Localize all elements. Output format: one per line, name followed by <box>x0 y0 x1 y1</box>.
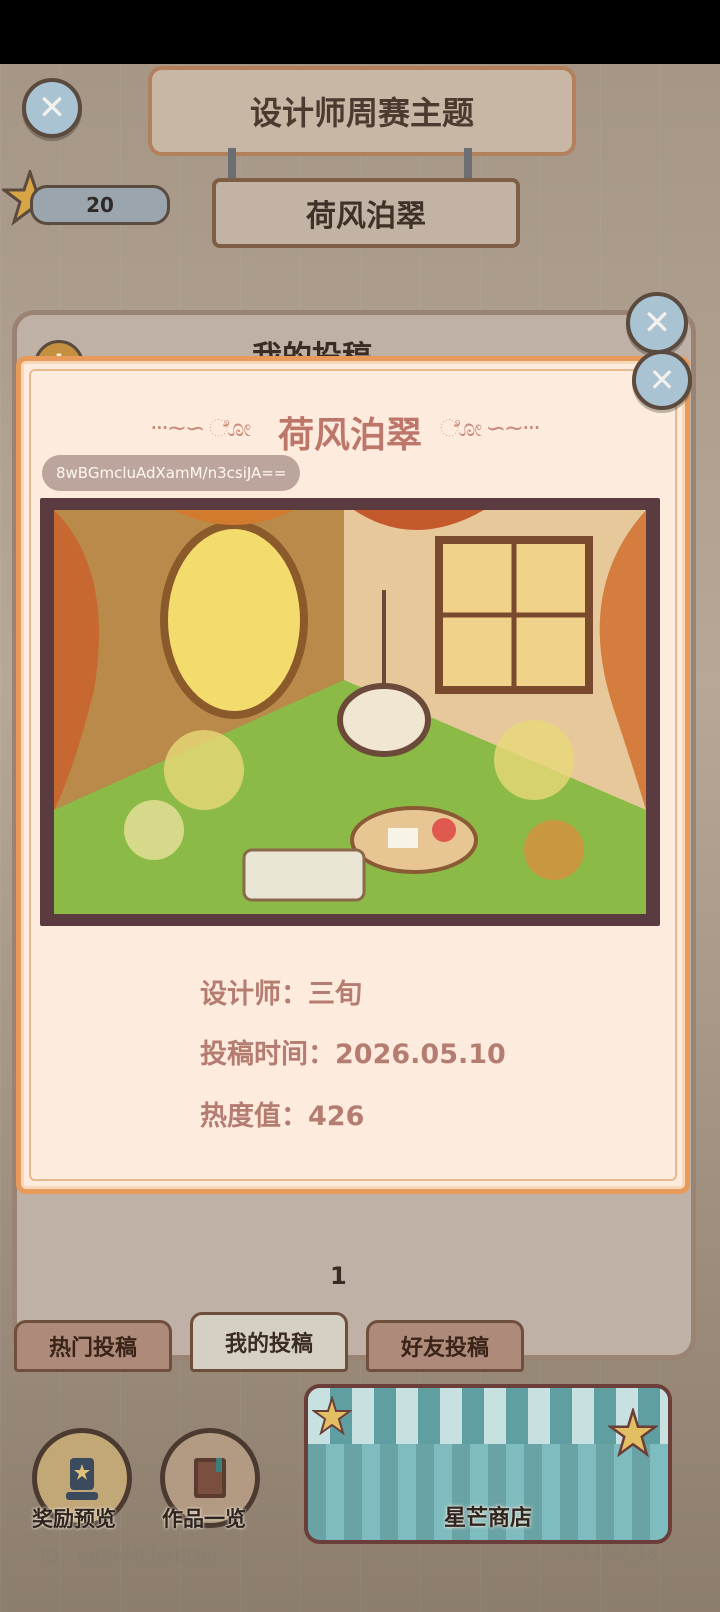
tab-my-submissions[interactable]: 我的投稿 <box>190 1312 348 1372</box>
submission-date-info: 投稿时间：2026.05.10 <box>200 1032 506 1071</box>
heat-value: 426 <box>308 1101 365 1132</box>
garden-scene <box>54 510 646 914</box>
version-label: V.3.10.0_18 <box>564 1544 658 1563</box>
design-artwork <box>40 498 660 926</box>
close-icon: ✕ <box>648 361 676 399</box>
heat-info: 热度值：426 <box>200 1094 364 1133</box>
reward-preview-label: 奖励预览 <box>32 1507 116 1531</box>
status-bar <box>0 0 720 64</box>
title-flourish-right: ೋ ∽~··· <box>440 414 541 442</box>
close-icon: ✕ <box>642 303 672 343</box>
works-overview-label: 作品一览 <box>162 1507 246 1531</box>
designer-label: 设计师： <box>200 979 308 1010</box>
designer-name: 三旬 <box>308 979 362 1010</box>
close-icon: ✕ <box>37 88 67 128</box>
star-icon <box>312 1396 352 1436</box>
modal-title: 荷风泊翠 <box>277 415 422 456</box>
modal-close-button[interactable]: ✕ <box>632 350 692 410</box>
page-number: 1 <box>330 1262 347 1290</box>
star-counter: 20 <box>30 185 170 225</box>
date-label: 投稿时间： <box>200 1039 335 1070</box>
tab-friend-submissions[interactable]: 好友投稿 <box>366 1320 524 1372</box>
designer-info: 设计师：三旬 <box>200 972 362 1011</box>
heat-label: 热度值： <box>200 1101 308 1132</box>
panel-close-button[interactable]: ✕ <box>626 292 688 354</box>
star-shop-label: 星芒商店 <box>443 1506 532 1531</box>
tab-hot-submissions[interactable]: 热门投稿 <box>14 1320 172 1372</box>
user-id: ID：gdZnMEhABOef <box>40 1546 218 1567</box>
close-button[interactable]: ✕ <box>22 78 82 138</box>
book-icon <box>194 1458 226 1498</box>
share-code[interactable]: 8wBGmcluAdXamM/n3csiJA== <box>42 455 301 491</box>
page-title: 设计师周赛主题 <box>148 66 576 156</box>
trophy-icon <box>66 1458 98 1500</box>
theme-plaque: 荷风泊翠 <box>212 178 520 248</box>
submission-date: 2026.05.10 <box>335 1039 506 1070</box>
star-icon <box>608 1408 658 1458</box>
star-shop-button[interactable]: 星芒商店 <box>304 1384 672 1544</box>
